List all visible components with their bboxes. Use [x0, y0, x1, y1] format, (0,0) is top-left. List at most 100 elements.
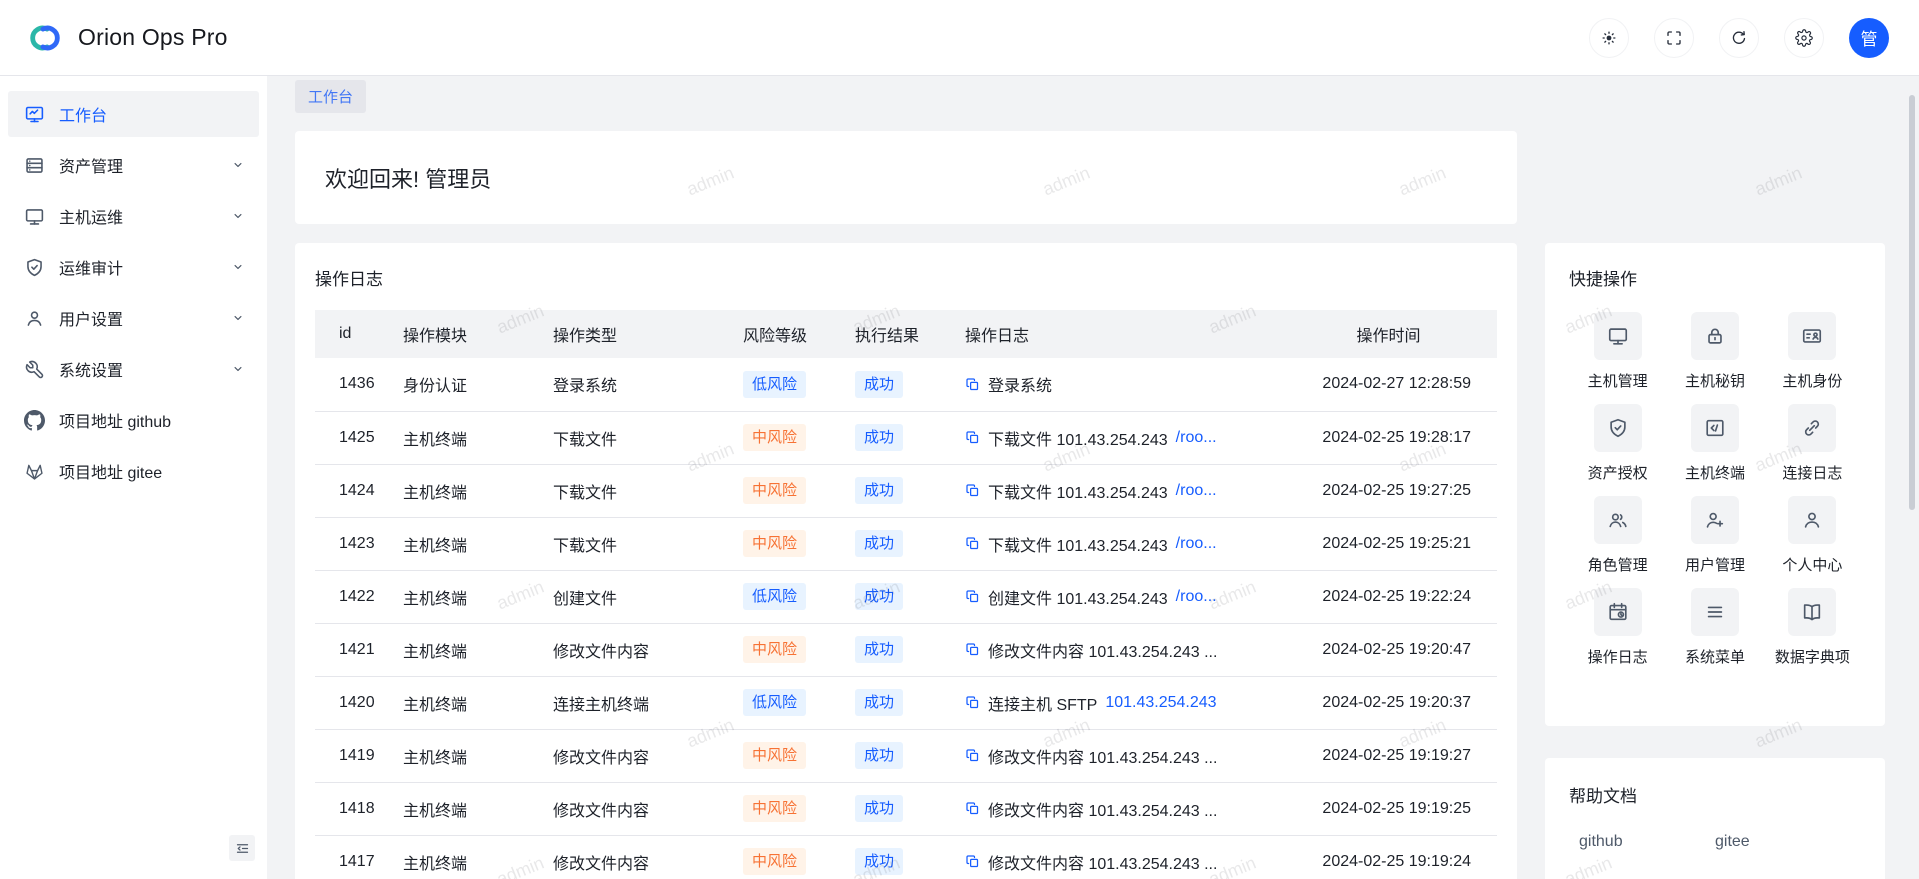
cell-time: 2024-02-25 19:19:25: [1280, 782, 1497, 835]
sidebar-item-label: 工作台: [59, 102, 107, 126]
quick-action-label: 操作日志: [1588, 646, 1648, 667]
sidebar-item-4[interactable]: 运维审计: [8, 244, 259, 290]
result-badge: 成功: [855, 689, 903, 716]
chevron-down-icon: [231, 311, 245, 325]
quick-action-label: 连接日志: [1782, 462, 1842, 483]
result-badge: 成功: [855, 477, 903, 504]
column-header-3: 操作类型: [553, 310, 743, 358]
breadcrumb-item-workbench[interactable]: 工作台: [295, 80, 366, 113]
help-link-gitee[interactable]: gitee: [1715, 833, 1851, 851]
cell-type: 修改文件内容: [553, 623, 743, 676]
sidebar-item-8[interactable]: 项目地址 gitee: [8, 448, 259, 494]
quick-action-8[interactable]: 用户管理: [1666, 496, 1763, 575]
log-link[interactable]: 101.43.254.243: [1105, 694, 1216, 712]
quick-action-6[interactable]: 连接日志: [1764, 404, 1861, 483]
user-avatar[interactable]: 管: [1849, 18, 1889, 58]
cell-risk: 中风险: [743, 782, 855, 835]
github-icon: [24, 410, 45, 431]
quick-action-9[interactable]: 个人中心: [1764, 496, 1861, 575]
copy-icon[interactable]: [965, 536, 980, 551]
cell-log: 下载文件 101.43.254.243 /roo...: [965, 464, 1280, 517]
cell-type: 修改文件内容: [553, 835, 743, 879]
result-badge: 成功: [855, 424, 903, 451]
id-card-icon: [1788, 312, 1836, 360]
fullscreen-button[interactable]: [1654, 18, 1694, 58]
calendar-log-icon: [1594, 588, 1642, 636]
quick-action-label: 系统菜单: [1685, 646, 1745, 667]
sidebar-item-6[interactable]: 系统设置: [8, 346, 259, 392]
copy-icon[interactable]: [965, 589, 980, 604]
log-link[interactable]: /roo...: [1176, 588, 1217, 606]
table-row: 1424主机终端下载文件中风险成功下载文件 101.43.254.243 /ro…: [315, 464, 1497, 517]
copy-icon[interactable]: [965, 748, 980, 763]
cell-type: 下载文件: [553, 411, 743, 464]
cell-type: 下载文件: [553, 464, 743, 517]
cell-module: 主机终端: [403, 835, 553, 879]
log-link[interactable]: /roo...: [1176, 535, 1217, 553]
table-row: 1419主机终端修改文件内容中风险成功修改文件内容 101.43.254.243…: [315, 729, 1497, 782]
cell-id: 1417: [315, 835, 403, 879]
operation-log-title: 操作日志: [315, 265, 1497, 290]
quick-action-label: 主机终端: [1685, 462, 1745, 483]
quick-action-1[interactable]: 主机管理: [1569, 312, 1666, 391]
sidebar-item-label: 系统设置: [59, 357, 123, 381]
cell-result: 成功: [855, 676, 965, 729]
quick-action-4[interactable]: 资产授权: [1569, 404, 1666, 483]
copy-icon[interactable]: [965, 377, 980, 392]
user-icon: [1788, 496, 1836, 544]
sidebar-item-1[interactable]: 工作台: [8, 91, 259, 137]
quick-action-10[interactable]: 操作日志: [1569, 588, 1666, 667]
column-header-7: 操作时间: [1280, 310, 1497, 358]
cell-module: 主机终端: [403, 729, 553, 782]
result-badge: 成功: [855, 848, 903, 875]
copy-icon[interactable]: [965, 801, 980, 816]
sidebar-collapse-button[interactable]: [229, 835, 255, 861]
quick-action-12[interactable]: 数据字典项: [1764, 588, 1861, 667]
quick-action-3[interactable]: 主机身份: [1764, 312, 1861, 391]
copy-icon[interactable]: [965, 483, 980, 498]
cell-id: 1425: [315, 411, 403, 464]
cell-id: 1418: [315, 782, 403, 835]
log-link[interactable]: /roo...: [1176, 429, 1217, 447]
copy-icon[interactable]: [965, 430, 980, 445]
sidebar-item-7[interactable]: 项目地址 github: [8, 397, 259, 443]
table-row: 1417主机终端修改文件内容中风险成功修改文件内容 101.43.254.243…: [315, 835, 1497, 879]
cell-result: 成功: [855, 517, 965, 570]
cell-result: 成功: [855, 835, 965, 879]
table-row: 1418主机终端修改文件内容中风险成功修改文件内容 101.43.254.243…: [315, 782, 1497, 835]
cell-risk: 中风险: [743, 729, 855, 782]
copy-icon[interactable]: [965, 695, 980, 710]
assets-icon: [24, 155, 45, 176]
column-header-2: 操作模块: [403, 310, 553, 358]
cell-time: 2024-02-25 19:19:27: [1280, 729, 1497, 782]
sidebar-item-5[interactable]: 用户设置: [8, 295, 259, 341]
cell-result: 成功: [855, 411, 965, 464]
wrench-icon: [24, 359, 45, 380]
theme-toggle-button[interactable]: [1589, 18, 1629, 58]
cell-id: 1422: [315, 570, 403, 623]
quick-action-5[interactable]: 主机终端: [1666, 404, 1763, 483]
monitor-icon: [1594, 312, 1642, 360]
page-scrollbar-thumb[interactable]: [1909, 95, 1915, 510]
refresh-button[interactable]: [1719, 18, 1759, 58]
audit-shield-icon: [24, 257, 45, 278]
risk-badge: 中风险: [743, 795, 806, 822]
cell-result: 成功: [855, 464, 965, 517]
sidebar-item-3[interactable]: 主机运维: [8, 193, 259, 239]
quick-action-11[interactable]: 系统菜单: [1666, 588, 1763, 667]
user-icon: [24, 308, 45, 329]
log-link[interactable]: /roo...: [1176, 482, 1217, 500]
cell-type: 修改文件内容: [553, 782, 743, 835]
help-link-github[interactable]: github: [1579, 833, 1715, 851]
copy-icon[interactable]: [965, 642, 980, 657]
copy-icon[interactable]: [965, 854, 980, 869]
settings-button[interactable]: [1784, 18, 1824, 58]
quick-action-7[interactable]: 角色管理: [1569, 496, 1666, 575]
cell-module: 身份认证: [403, 358, 553, 411]
menu-collapse-icon: [235, 841, 250, 856]
settings-gear-icon: [1795, 29, 1813, 47]
table-row: 1425主机终端下载文件中风险成功下载文件 101.43.254.243 /ro…: [315, 411, 1497, 464]
sidebar-item-2[interactable]: 资产管理: [8, 142, 259, 188]
quick-action-2[interactable]: 主机秘钥: [1666, 312, 1763, 391]
cell-risk: 低风险: [743, 358, 855, 411]
